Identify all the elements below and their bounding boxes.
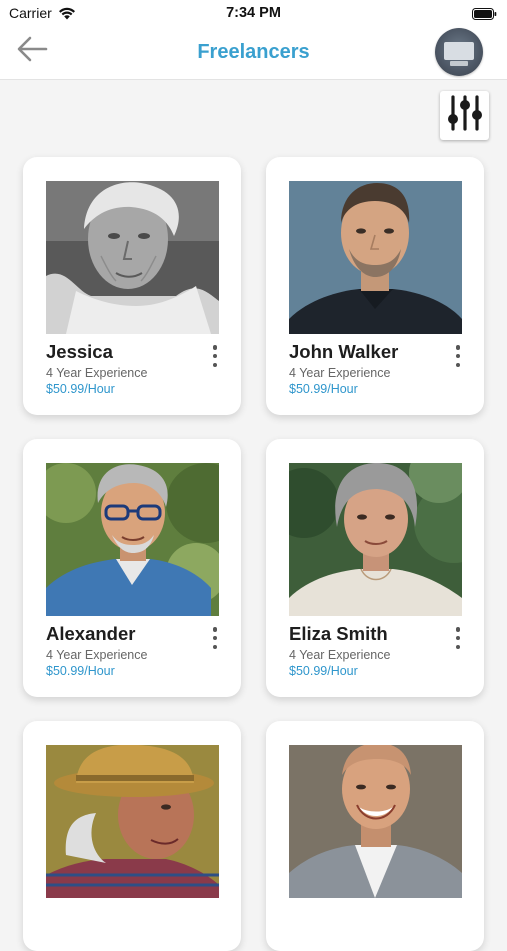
freelancer-experience: 4 Year Experience	[46, 648, 148, 662]
freelancer-photo	[289, 181, 462, 334]
freelancer-photo	[289, 463, 462, 616]
more-options-button[interactable]	[452, 343, 464, 369]
freelancer-rate: $50.99/Hour	[46, 664, 115, 678]
more-vertical-icon	[455, 345, 461, 350]
more-vertical-icon	[212, 627, 218, 632]
freelancer-card[interactable]: John Walker 4 Year Experience $50.99/Hou…	[266, 157, 484, 415]
freelancer-name: Alexander	[46, 623, 136, 644]
profile-avatar[interactable]	[435, 28, 483, 76]
status-bar: Carrier 7:34 PM	[0, 0, 507, 28]
freelancer-experience: 4 Year Experience	[289, 648, 391, 662]
freelancer-photo	[46, 181, 219, 334]
sliders-icon	[445, 93, 485, 138]
freelancer-name: Jessica	[46, 341, 113, 362]
more-options-button[interactable]	[452, 625, 464, 651]
more-options-button[interactable]	[209, 343, 221, 369]
freelancer-card[interactable]: Jessica 4 Year Experience $50.99/Hour	[23, 157, 241, 415]
freelancer-rate: $50.99/Hour	[289, 664, 358, 678]
freelancer-photo	[289, 745, 462, 898]
freelancer-experience: 4 Year Experience	[289, 366, 391, 380]
freelancer-photo	[46, 745, 219, 898]
freelancer-rate: $50.99/Hour	[289, 382, 358, 396]
freelancer-name: John Walker	[289, 341, 399, 362]
freelancer-card[interactable]: Eliza Smith 4 Year Experience $50.99/Hou…	[266, 439, 484, 697]
freelancer-card[interactable]	[23, 721, 241, 951]
filter-button[interactable]	[440, 91, 489, 140]
status-time: 7:34 PM	[226, 5, 281, 21]
freelancer-photo	[46, 463, 219, 616]
nav-bar: Freelancers	[0, 28, 507, 80]
page-title: Freelancers	[197, 41, 310, 63]
battery-icon	[472, 7, 497, 20]
freelancer-card[interactable]: Alexander 4 Year Experience $50.99/Hour	[23, 439, 241, 697]
more-vertical-icon	[212, 345, 218, 350]
freelancer-experience: 4 Year Experience	[46, 366, 148, 380]
freelancer-card[interactable]	[266, 721, 484, 951]
freelancer-rate: $50.99/Hour	[46, 382, 115, 396]
more-vertical-icon	[455, 627, 461, 632]
freelancer-name: Eliza Smith	[289, 623, 388, 644]
more-options-button[interactable]	[209, 625, 221, 651]
